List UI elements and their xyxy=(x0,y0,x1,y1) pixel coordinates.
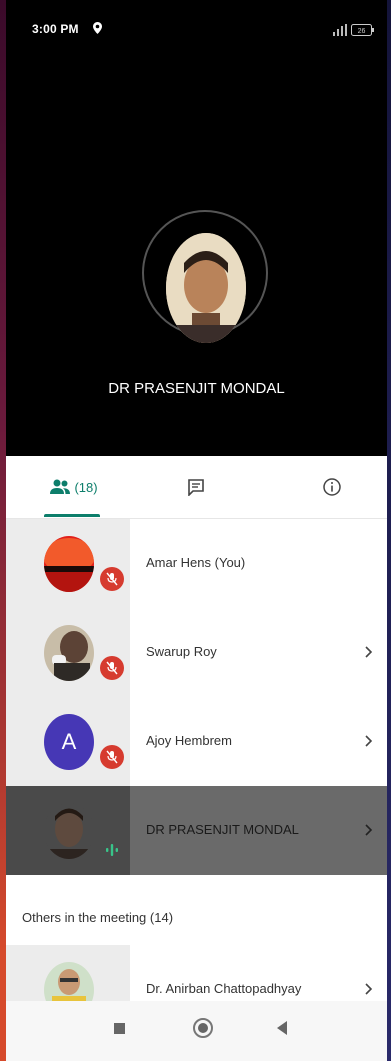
participant-avatar xyxy=(44,625,94,681)
participant-name: Amar Hens (You) xyxy=(146,555,246,570)
info-icon xyxy=(323,478,341,496)
people-count: (18) xyxy=(74,479,98,495)
speaker-name: DR PRASENJIT MONDAL xyxy=(108,380,285,397)
participant-row[interactable]: Amar Hens (You) xyxy=(6,519,387,608)
participant-row[interactable]: A Ajoy Hembrem xyxy=(6,697,387,786)
participant-tile xyxy=(6,519,130,608)
participant-tile: A xyxy=(6,697,130,786)
chat-icon xyxy=(188,478,204,496)
status-time: 3:00 PM xyxy=(32,22,79,36)
photo-avatar xyxy=(44,625,94,681)
speaker-avatar xyxy=(166,233,246,343)
tab-people[interactable]: (18) xyxy=(38,456,110,518)
status-bar: 3:00 PM 26 xyxy=(6,0,387,60)
system-nav-bar xyxy=(6,1001,387,1061)
chevron-right-icon xyxy=(365,983,373,995)
panel-tabs: (18) xyxy=(6,456,387,519)
chevron-right-icon xyxy=(365,646,373,658)
tab-indicator xyxy=(44,514,100,517)
participant-avatar xyxy=(44,803,94,859)
mic-off-icon xyxy=(100,745,124,769)
tab-info[interactable] xyxy=(302,456,362,518)
tab-chat[interactable] xyxy=(166,456,226,518)
participant-tile xyxy=(6,786,130,875)
mic-off-icon xyxy=(100,656,124,680)
active-speaker-view[interactable]: DR PRASENJIT MONDAL xyxy=(6,60,387,456)
speaker-photo xyxy=(166,233,246,343)
others-section-label: Others in the meeting (14) xyxy=(22,910,174,925)
initial-avatar: A xyxy=(44,714,94,770)
participant-row[interactable]: Swarup Roy xyxy=(6,608,387,697)
recents-icon[interactable] xyxy=(114,1023,125,1034)
location-icon xyxy=(93,22,102,34)
participants-panel: (18) Amar Hens (You) Swarup Roy A Ajoy H… xyxy=(6,456,387,1034)
battery-icon: 26 xyxy=(351,24,374,36)
participant-name: DR PRASENJIT MONDAL xyxy=(146,822,299,837)
participant-avatar xyxy=(44,536,94,592)
svg-text:26: 26 xyxy=(358,28,366,35)
speaking-icon xyxy=(106,844,118,856)
phone-screen: 3:00 PM 26 DR PRASENJIT MONDAL (18) Amar… xyxy=(0,0,391,1061)
chevron-right-icon xyxy=(365,824,373,836)
sunset-avatar xyxy=(44,536,94,592)
signal-icon xyxy=(333,24,347,36)
home-dot xyxy=(198,1023,208,1033)
participant-name: Ajoy Hembrem xyxy=(146,733,232,748)
right-edge xyxy=(387,0,391,1061)
people-icon xyxy=(50,479,71,494)
dimmed-photo-avatar xyxy=(44,803,94,859)
participant-tile xyxy=(6,608,130,697)
mic-off-icon xyxy=(100,567,124,591)
participant-name: Swarup Roy xyxy=(146,644,217,659)
participant-name: Dr. Anirban Chattopadhyay xyxy=(146,981,302,996)
participant-row-speaking[interactable]: DR PRASENJIT MONDAL xyxy=(6,786,387,875)
chevron-right-icon xyxy=(365,735,373,747)
home-icon[interactable] xyxy=(193,1018,213,1038)
back-icon[interactable] xyxy=(277,1021,287,1035)
